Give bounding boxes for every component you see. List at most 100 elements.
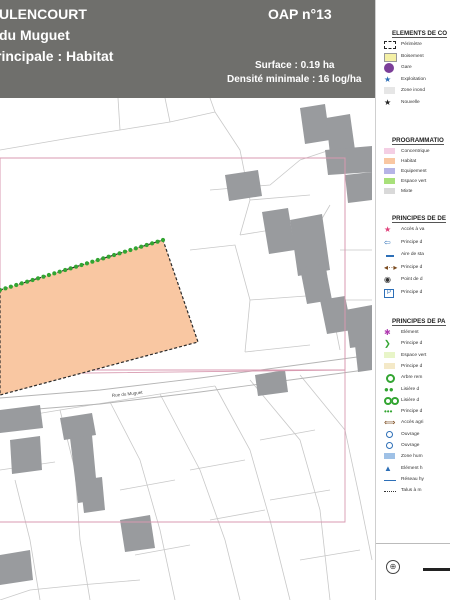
hedge-dot: [106, 254, 111, 259]
legend-item: Périmètre: [384, 41, 450, 50]
hedge-dot: [101, 256, 106, 261]
asterisk-purple-icon: ✱: [384, 328, 391, 337]
legend-item-label: Ouvrage: [401, 431, 420, 437]
circle-blue-icon: [386, 430, 393, 438]
north-arrow-icon: ⊕: [386, 560, 400, 574]
legend-item: P Principe d: [384, 288, 450, 298]
legend-item: Mixte: [384, 188, 450, 197]
chevron-green-icon: ❯: [384, 339, 391, 349]
legend-item-label: Point de d: [401, 277, 423, 282]
legend-item: Ouvrage: [384, 442, 450, 451]
legend-item-label: Espace vert: [401, 179, 427, 184]
gare-icon: [384, 63, 394, 73]
legend-item: Principe d: [384, 362, 450, 372]
legend-item-label: Elément: [401, 330, 419, 335]
legend-item-label: Principe d: [401, 264, 423, 270]
legend-item: Réseau hy: [384, 476, 450, 485]
legend-item: Espace vert: [384, 351, 450, 361]
hedge-dot: [63, 267, 68, 273]
legend-item: ★ Accès à va: [384, 226, 450, 235]
legend-item: ⇦ Principe d: [384, 237, 450, 248]
hedge-dot: [117, 251, 122, 256]
legend-item-label: Ouvrage: [401, 443, 420, 448]
legend-item: Ouvrage: [384, 430, 450, 440]
legend-item: Zone inond: [384, 87, 450, 96]
star-black-icon: ★: [384, 97, 392, 107]
legend-item: Talus à m: [384, 487, 450, 496]
commune-name: ULENCOURT: [0, 6, 87, 22]
hedge-dot: [139, 244, 144, 249]
hedge-dot: [144, 242, 149, 248]
parking-icon: P: [384, 288, 394, 298]
legend-item-label: Exploitation: [401, 76, 426, 82]
legend-item-label: Lisière d: [401, 397, 420, 403]
hedge-dot: [8, 284, 13, 289]
surface-value: Surface : 0.19 ha: [255, 60, 335, 71]
legend-item-label: Lisière d: [401, 386, 420, 392]
circle-green-icon: [386, 374, 395, 384]
legend-item-label: Principe d: [401, 341, 423, 347]
main-vocation: rincipale : Habitat: [0, 48, 114, 64]
legend-item: ●● Lisière d: [384, 384, 450, 395]
map-legend: ⊕ ELEMENTS DE CO Périmètre Boisement Gare ★ E…: [375, 0, 450, 600]
legend-item: ▲ Elément h: [384, 463, 450, 474]
dash-blue-icon: [386, 255, 394, 257]
legend-section-title: PROGRAMMATIO: [392, 137, 444, 145]
arrow-blue-icon: ⇦: [384, 237, 391, 247]
hedge-dot: [112, 252, 117, 258]
triangle-blue-icon: ▲: [384, 463, 392, 473]
legend-item: Habitat: [384, 158, 450, 167]
legend-item-label: Principe d: [401, 289, 423, 295]
arrow-both-icon: ⟺: [384, 418, 396, 428]
hedge-dot: [19, 281, 24, 286]
oap-number: OAP n°13: [268, 6, 332, 22]
hedge-dot: [122, 249, 128, 254]
legend-item-label: Principe d: [401, 363, 423, 369]
legend-item-label: Mixte: [401, 189, 413, 194]
fill-habitat-icon: [384, 158, 395, 164]
legend-section-title: ELEMENTS DE CO: [392, 30, 448, 38]
legend-item: Arbre rem: [384, 374, 450, 384]
legend-item: ⟺ Accès agri: [384, 419, 450, 428]
legend-item-label: Aire de sta: [401, 252, 424, 257]
line-blue-icon: [384, 479, 396, 481]
dots-line-icon: [384, 491, 396, 493]
hedge-dot: [155, 239, 160, 244]
legend-item-label: Périmètre: [401, 42, 422, 47]
hedge-dot: [57, 269, 62, 274]
legend-item: ••• Principe d: [384, 408, 450, 417]
dots-green-icon: •••: [384, 407, 393, 417]
legend-section-title: PRINCIPES DE DE: [392, 215, 446, 223]
hedge-dot: [128, 247, 133, 253]
tree-row-icon: ●●: [384, 384, 394, 394]
hedge-dot: [14, 282, 19, 288]
boisement-icon: [384, 52, 397, 62]
legend-item-label: Arbre rem: [401, 375, 423, 381]
legend-item: Concentrique: [384, 148, 450, 157]
hedge-dot: [41, 274, 46, 279]
legend-section-title: PRINCIPES DE PA: [392, 318, 446, 326]
star-pink-icon: ★: [384, 225, 392, 234]
hedge-dot: [90, 259, 95, 264]
target-icon: ◉: [384, 275, 391, 284]
hedge-dot: [150, 241, 155, 246]
legend-item: ◉ Point de d: [384, 276, 450, 285]
legend-item: ★ Nouvelle: [384, 97, 450, 108]
legend-item-label: Concentrique: [401, 149, 430, 154]
map-header: ULENCOURT du Muguet rincipale : Habitat …: [0, 0, 375, 98]
star-blue-icon: ★: [384, 74, 392, 84]
rect-blue-icon: [384, 453, 395, 460]
legend-item-label: Gare: [401, 65, 412, 70]
hedge-dot: [52, 271, 57, 276]
site-name: du Muguet: [0, 27, 70, 43]
hedge-dot: [79, 262, 84, 268]
hedge-dot: [133, 246, 138, 251]
fill-concentric-icon: [384, 148, 395, 154]
hedge-dot: [35, 276, 41, 281]
legend-item-label: Principe d: [401, 239, 423, 245]
circle-blue2-icon: [386, 442, 393, 449]
arrow-brown-icon: ◂··▸: [384, 262, 398, 272]
legend-item: ★ Exploitation: [384, 74, 450, 85]
legend-item: Gare: [384, 63, 450, 73]
fill-beige-icon: [384, 362, 395, 369]
